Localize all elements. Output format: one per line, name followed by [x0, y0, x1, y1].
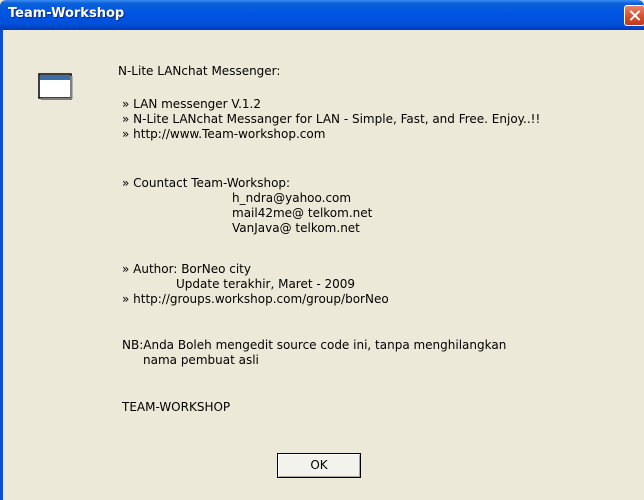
- ok-button[interactable]: OK: [277, 453, 361, 478]
- info-line: » LAN messenger V.1.2: [122, 97, 261, 111]
- about-dialog: Team-Workshop N-Lite LANchat Messenger: …: [0, 0, 644, 500]
- window-title: Team-Workshop: [8, 6, 125, 21]
- group-url: » http://groups.workshop.com/group/borNe…: [122, 292, 389, 306]
- signature: TEAM-WORKSHOP: [122, 400, 231, 414]
- author-label: » Author: BorNeo city: [122, 262, 251, 276]
- window-icon: [38, 73, 73, 100]
- info-line: » http://www.Team-workshop.com: [122, 127, 326, 141]
- contact-label: » Countact Team-Workshop:: [122, 176, 291, 190]
- update-line: Update terakhir, Maret - 2009: [176, 277, 356, 291]
- title-bar[interactable]: Team-Workshop: [0, 0, 644, 30]
- note-line: NB:Anda Boleh mengedit source code ini, …: [122, 338, 507, 352]
- close-icon[interactable]: [624, 5, 644, 26]
- info-line: » N-Lite LANchat Messanger for LAN - Sim…: [122, 112, 541, 126]
- contact-email: VanJava@ telkom.net: [232, 221, 360, 235]
- contact-email: h_ndra@yahoo.com: [232, 191, 352, 205]
- window-frame-left: [0, 30, 3, 500]
- app-heading: N-Lite LANchat Messenger:: [118, 64, 281, 78]
- contact-email: mail42me@ telkom.net: [232, 206, 373, 220]
- note-line: nama pembuat asli: [143, 353, 259, 367]
